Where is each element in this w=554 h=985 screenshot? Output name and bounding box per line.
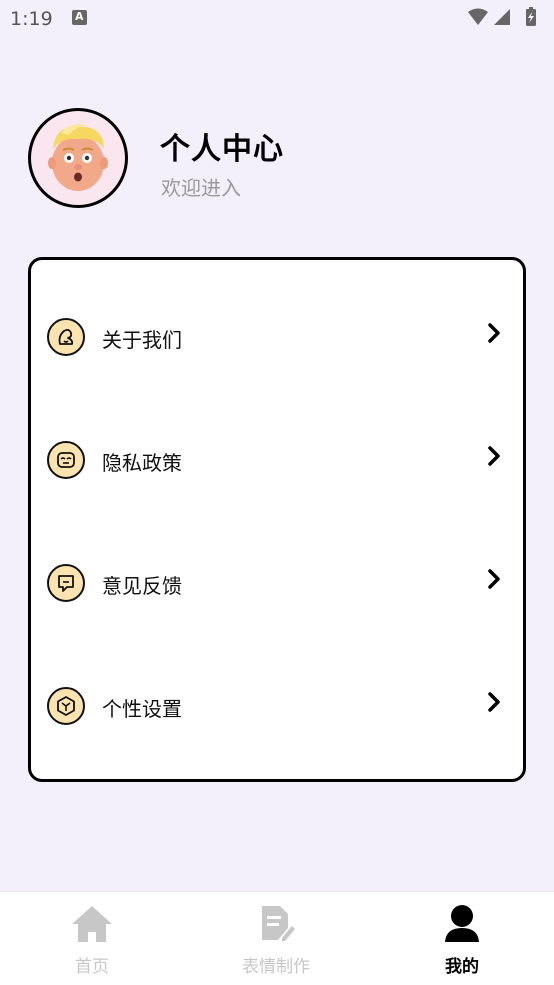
menu-item-settings[interactable]: 个性设置 [31, 679, 523, 739]
menu-item-label: 意见反馈 [102, 574, 182, 598]
about-icon [47, 318, 85, 356]
home-icon [72, 906, 112, 942]
bottom-nav: 首页 表情制作 我的 [0, 891, 554, 985]
tab-mine[interactable]: 我的 [370, 892, 554, 985]
status-bar: 1:19 [0, 0, 554, 38]
tab-label: 首页 [75, 957, 109, 977]
privacy-icon [47, 441, 85, 479]
chevron-right-icon [488, 692, 500, 712]
feedback-icon [47, 564, 85, 602]
signal-icon [494, 9, 510, 25]
tab-label: 我的 [445, 957, 479, 977]
tab-emoji-maker[interactable]: 表情制作 [184, 892, 368, 985]
menu-card: 关于我们 隐私政策 意见反馈 个性设置 [28, 257, 526, 782]
system-status-icons [468, 7, 536, 26]
wifi-icon [468, 8, 488, 25]
chevron-right-icon [488, 323, 500, 343]
tab-label: 表情制作 [242, 957, 310, 977]
menu-item-privacy[interactable]: 隐私政策 [31, 433, 523, 493]
menu-item-feedback[interactable]: 意见反馈 [31, 556, 523, 616]
menu-item-label: 个性设置 [102, 697, 182, 721]
avatar-face-icon [48, 124, 108, 191]
tab-home[interactable]: 首页 [0, 892, 184, 985]
status-time: 1:19 [10, 8, 53, 30]
document-edit-icon [262, 906, 295, 941]
settings-icon [47, 687, 85, 725]
chevron-right-icon [488, 446, 500, 466]
page-title: 个人中心 [160, 132, 284, 167]
avatar[interactable] [28, 108, 128, 208]
menu-item-label: 隐私政策 [102, 451, 182, 475]
chevron-right-icon [488, 569, 500, 589]
notification-icon [72, 10, 87, 25]
user-icon [445, 905, 479, 942]
page-subtitle: 欢迎进入 [161, 176, 241, 200]
menu-item-about[interactable]: 关于我们 [31, 310, 523, 370]
menu-item-label: 关于我们 [102, 328, 182, 352]
